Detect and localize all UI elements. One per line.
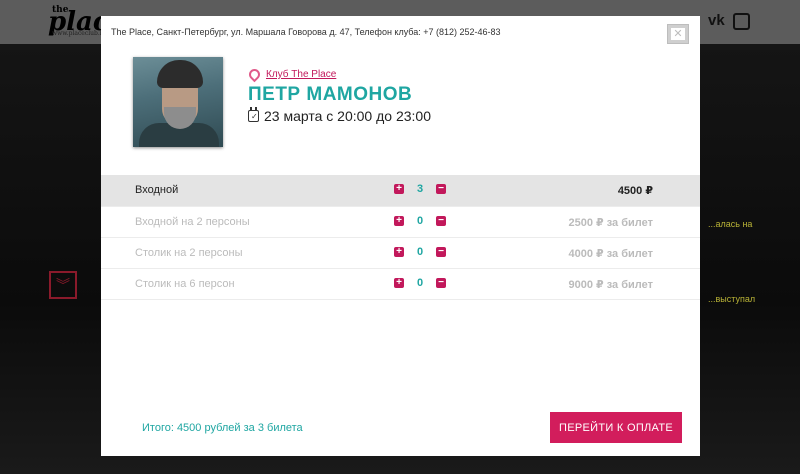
ticket-name: Столик на 6 персон [135, 278, 235, 290]
minus-button[interactable]: − [436, 184, 446, 194]
ticket-name: Столик на 2 персоны [135, 247, 243, 259]
ticket-price: 4000 ₽ за билет [568, 248, 654, 260]
background-text: ...алась на [708, 219, 753, 229]
checkout-button[interactable]: ПЕРЕЙТИ К ОПЛАТЕ [550, 412, 682, 443]
ticket-modal: The Place, Санкт-Петербург, ул. Маршала … [101, 16, 700, 456]
event-date-label: 23 марта с 20:00 до 23:00 [264, 108, 431, 124]
logo-url: www.placeclub.ru [52, 30, 107, 37]
minus-button[interactable]: − [436, 278, 446, 288]
event-date: ✓ 23 марта с 20:00 до 23:00 [248, 107, 431, 124]
ticket-quantity: 0 [416, 215, 424, 227]
instagram-icon[interactable] [732, 13, 750, 30]
chevron-down-icon[interactable]: ︾ [49, 271, 77, 299]
ticket-row: Столик на 2 персоны + 0 − 4000 ₽ за биле… [101, 238, 700, 269]
background-text: ...выступал [708, 294, 756, 304]
minus-button[interactable]: − [436, 216, 446, 226]
order-total: Итого: 4500 рублей за 3 билета [142, 422, 303, 434]
plus-button[interactable]: + [394, 216, 404, 226]
social-links: vk [708, 12, 750, 30]
map-pin-icon [246, 66, 263, 83]
ticket-quantity: 0 [416, 246, 424, 258]
ticket-row: Входной + 3 − 4500 ₽ [101, 175, 700, 207]
close-button[interactable]: ✕ [667, 24, 689, 44]
ticket-name: Входной на 2 персоны [135, 216, 250, 228]
calendar-icon: ✓ [248, 107, 259, 122]
club-address: The Place, Санкт-Петербург, ул. Маршала … [111, 27, 501, 37]
event-title: ПЕТР МАМОНОВ [248, 84, 413, 105]
minus-button[interactable]: − [436, 247, 446, 257]
ticket-name: Входной [135, 184, 179, 196]
vk-icon[interactable]: vk [708, 12, 725, 30]
ticket-quantity: 0 [416, 277, 424, 289]
plus-button[interactable]: + [394, 278, 404, 288]
ticket-list: Входной + 3 − 4500 ₽ Входной на 2 персон… [101, 175, 700, 300]
ticket-quantity: 3 [416, 183, 424, 195]
ticket-row: Входной на 2 персоны + 0 − 2500 ₽ за бил… [101, 207, 700, 238]
ticket-price: 9000 ₽ за билет [568, 279, 654, 291]
artist-photo [133, 57, 223, 147]
ticket-row: Столик на 6 персон + 0 − 9000 ₽ за билет [101, 269, 700, 300]
venue-link[interactable]: Клуб The Place [246, 66, 337, 83]
plus-button[interactable]: + [394, 247, 404, 257]
plus-button[interactable]: + [394, 184, 404, 194]
ticket-price: 4500 ₽ [617, 185, 653, 197]
venue-link-label: Клуб The Place [266, 69, 337, 80]
ticket-price: 2500 ₽ за билет [568, 217, 654, 229]
logo-small-text: the [52, 5, 69, 15]
close-icon: ✕ [671, 28, 685, 40]
